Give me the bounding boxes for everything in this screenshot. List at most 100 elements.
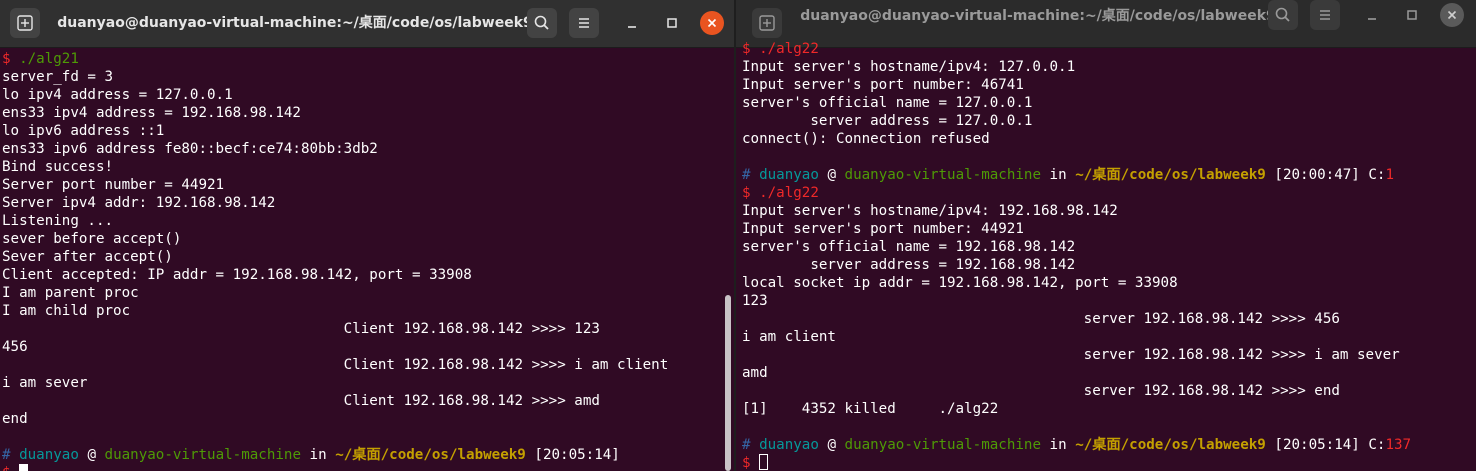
- output-line: server 192.168.98.142 >>>> 456: [742, 311, 1340, 327]
- text-cursor: [19, 464, 29, 471]
- prompt-line: # duanyao @ duanyao-virtual-machine in ~…: [2, 446, 620, 464]
- command: ./alg22: [759, 185, 819, 201]
- hamburger-menu-icon: [1320, 10, 1330, 20]
- output-line: server 192.168.98.142 >>>> end: [742, 383, 1340, 399]
- close-button[interactable]: [700, 11, 724, 35]
- output-line: Input server's hostname/ipv4: 127.0.0.1: [742, 59, 1076, 75]
- prompt-user: duanyao: [759, 437, 819, 453]
- output-line: server address = 192.168.98.142: [742, 257, 1076, 273]
- new-tab-icon: [17, 15, 33, 31]
- new-tab-button[interactable]: [752, 8, 782, 38]
- maximize-icon: [1407, 10, 1417, 20]
- output-line: Input server's port number: 46741: [742, 77, 1024, 93]
- output-line: [1] 4352 killed ./alg22: [742, 401, 999, 417]
- menu-button[interactable]: [1310, 0, 1340, 30]
- minimize-button[interactable]: [620, 11, 644, 35]
- dollar-prompt: $: [2, 51, 11, 67]
- output-line: i am sever: [2, 375, 88, 391]
- prompt-at: @: [87, 447, 96, 463]
- search-icon: [1275, 7, 1290, 22]
- output-line: ens33 ipv4 address = 192.168.98.142: [2, 105, 301, 121]
- prompt-user: duanyao: [759, 167, 819, 183]
- menu-button[interactable]: [569, 8, 599, 38]
- output-line: server address = 127.0.0.1: [742, 113, 1033, 129]
- maximize-icon: [667, 18, 677, 28]
- prompt-hash: #: [742, 437, 751, 453]
- dollar-prompt: $: [742, 185, 751, 201]
- new-tab-icon: [759, 15, 775, 31]
- output-line: amd: [742, 365, 768, 381]
- terminal-window-right: duanyao@duanyao-virtual-machine:~/桌面/cod…: [736, 0, 1476, 471]
- output-line: Input server's hostname/ipv4: 192.168.98…: [742, 203, 1118, 219]
- output-line: I am child proc: [2, 303, 131, 319]
- output-line: Listening ...: [2, 213, 114, 229]
- output-line: end: [2, 411, 28, 427]
- prompt-host: duanyao-virtual-machine: [844, 167, 1041, 183]
- prompt-line: # duanyao @ duanyao-virtual-machine in ~…: [742, 166, 1394, 184]
- minimize-button[interactable]: [1360, 3, 1384, 27]
- titlebar: duanyao@duanyao-virtual-machine:~/桌面/cod…: [0, 0, 734, 48]
- prompt-hash: #: [742, 167, 751, 183]
- command-line: $ ./alg22: [742, 40, 819, 58]
- maximize-button[interactable]: [1400, 3, 1424, 27]
- search-button[interactable]: [527, 8, 557, 38]
- output-line: server's official name = 127.0.0.1: [742, 95, 1033, 111]
- prompt-in: in: [1049, 167, 1067, 183]
- exit-code: 137: [1385, 437, 1412, 453]
- output-line: Server ipv4 addr: 192.168.98.142: [2, 195, 276, 211]
- output-line: Bind success!: [2, 159, 114, 175]
- prompt-user: duanyao: [19, 447, 79, 463]
- output-line: Input server's port number: 44921: [742, 221, 1024, 237]
- output-line: sever before accept(): [2, 231, 182, 247]
- prompt-time: [20:00:47]: [1274, 167, 1360, 183]
- maximize-button[interactable]: [660, 11, 684, 35]
- output-line: lo ipv4 address = 127.0.0.1: [2, 87, 233, 103]
- prompt-hash: #: [2, 447, 11, 463]
- dollar-prompt: $: [742, 455, 751, 471]
- search-button[interactable]: [1268, 0, 1298, 30]
- output-line: Client accepted: IP addr = 192.168.98.14…: [2, 267, 472, 283]
- output-line: local socket ip addr = 192.168.98.142, p…: [742, 275, 1178, 291]
- prompt-host: duanyao-virtual-machine: [104, 447, 301, 463]
- output-line: server 192.168.98.142 >>>> i am sever: [742, 347, 1400, 363]
- output-line: Client 192.168.98.142 >>>> amd: [2, 393, 600, 409]
- prompt-in: in: [309, 447, 327, 463]
- output-line: ens33 ipv6 address fe80::becf:ce74:80bb:…: [2, 141, 378, 157]
- text-cursor: [759, 454, 769, 470]
- output-line: 123: [742, 293, 768, 309]
- hamburger-menu-icon: [579, 18, 589, 28]
- prompt-time: [20:05:14]: [1274, 437, 1360, 453]
- output-line: lo ipv6 address ::1: [2, 123, 165, 139]
- command-line: $ ./alg22: [742, 184, 819, 202]
- exit-code: 1: [1385, 167, 1395, 183]
- terminal-output[interactable]: $ ./alg21 server_fd = 3 lo ipv4 address …: [0, 48, 734, 471]
- prompt-host: duanyao-virtual-machine: [844, 437, 1041, 453]
- dollar-prompt: $: [2, 465, 11, 471]
- output-line: server_fd = 3: [2, 69, 114, 85]
- minimize-icon: [628, 26, 636, 28]
- output-line: connect(): Connection refused: [742, 131, 990, 147]
- close-icon: [1447, 10, 1457, 20]
- prompt-in: in: [1049, 437, 1067, 453]
- prompt-line: # duanyao @ duanyao-virtual-machine in ~…: [742, 436, 1411, 454]
- terminal-window-left: duanyao@duanyao-virtual-machine:~/桌面/cod…: [0, 0, 734, 471]
- exit-code-label: C:: [1368, 167, 1386, 183]
- command: ./alg21: [19, 51, 79, 67]
- prompt-at: @: [827, 437, 836, 453]
- dollar-prompt: $: [742, 41, 751, 57]
- prompt-path: ~/桌面/code/os/labweek9: [335, 447, 526, 463]
- close-button[interactable]: [1440, 3, 1464, 27]
- output-line: i am client: [742, 329, 836, 345]
- exit-code-label: C:: [1368, 437, 1386, 453]
- output-line: server's official name = 192.168.98.142: [742, 239, 1076, 255]
- minimize-icon: [1368, 18, 1376, 20]
- command: ./alg22: [759, 41, 819, 57]
- output-line: Server port number = 44921: [2, 177, 225, 193]
- output-line: Sever after accept(): [2, 249, 173, 265]
- input-line[interactable]: $: [742, 454, 769, 471]
- input-line[interactable]: $: [2, 464, 29, 471]
- scrollbar-thumb[interactable]: [725, 295, 731, 471]
- prompt-at: @: [827, 167, 836, 183]
- terminal-output[interactable]: $ ./alg22 Input server's hostname/ipv4: …: [736, 38, 1476, 471]
- new-tab-button[interactable]: [10, 8, 40, 38]
